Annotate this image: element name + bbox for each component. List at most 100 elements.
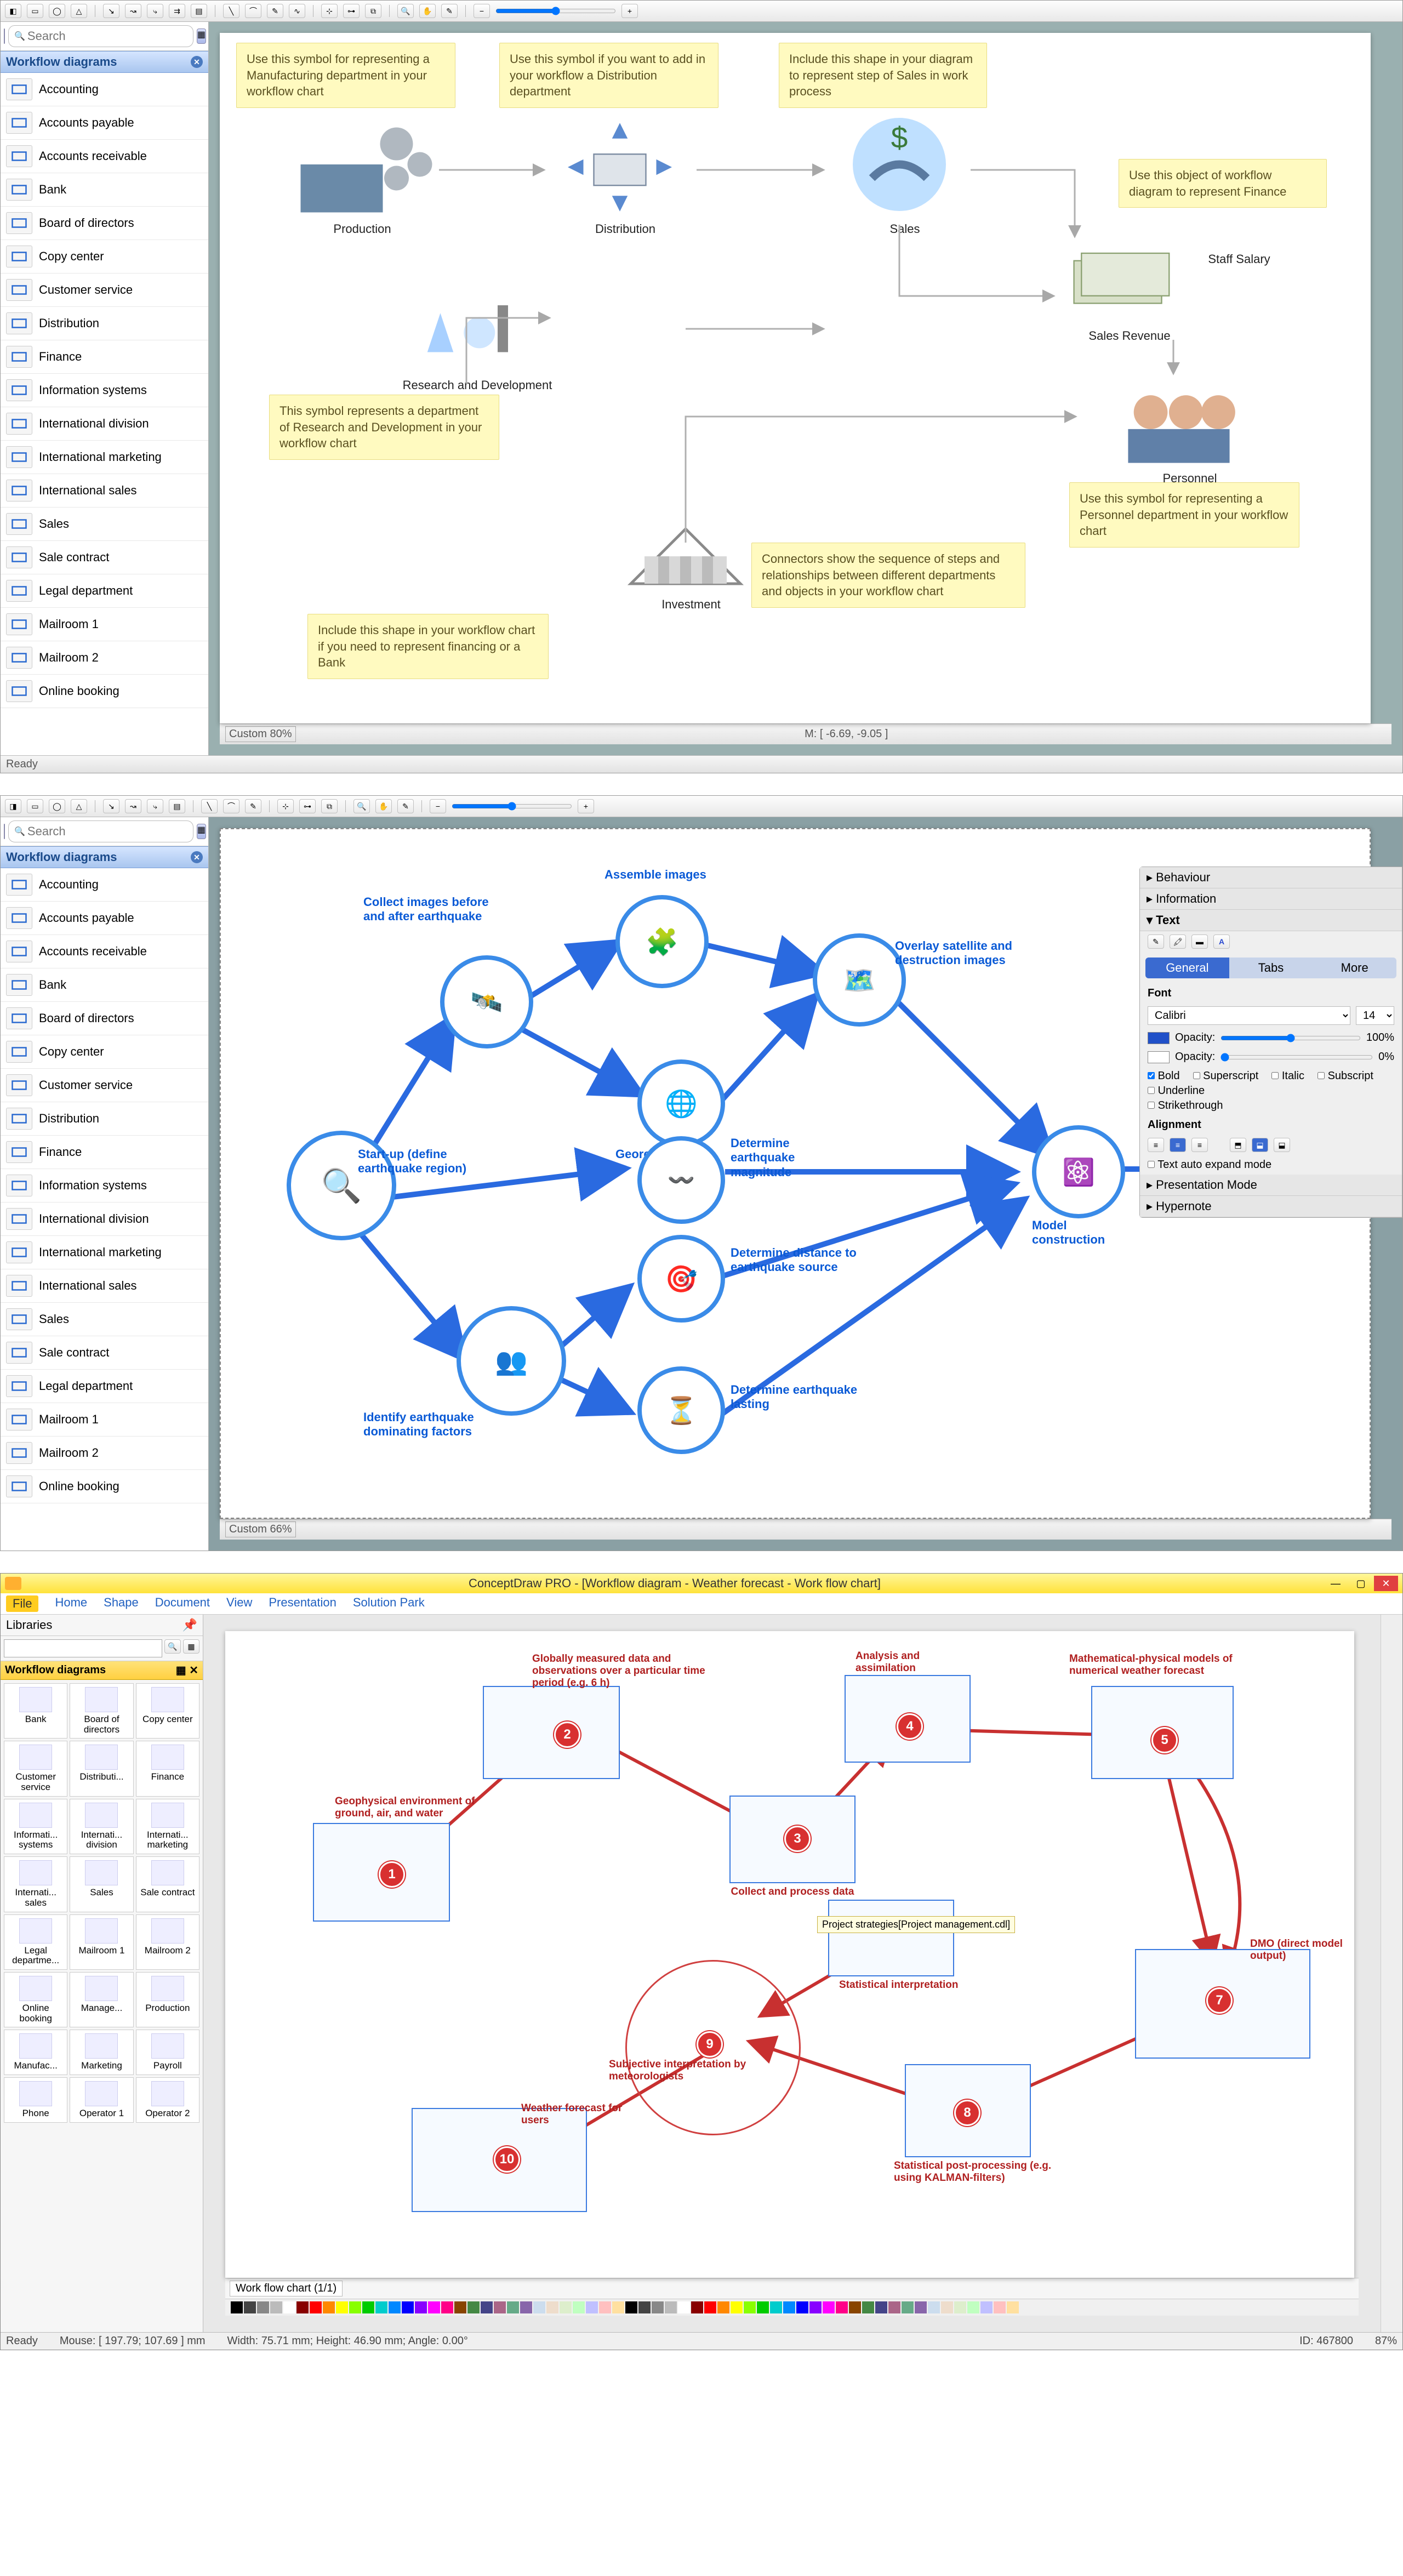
color-swatch[interactable]	[349, 2301, 361, 2313]
library-grid-icon[interactable]: ▦	[176, 1665, 186, 1677]
library-grid-item[interactable]: Internati... sales	[4, 1856, 67, 1912]
zoom-select[interactable]: Custom 80%	[225, 726, 296, 742]
color-swatch[interactable]	[678, 2301, 690, 2313]
library-grid-item[interactable]: Operator 2	[136, 2077, 199, 2123]
library-grid-item[interactable]: Copy center	[136, 1683, 199, 1739]
color-swatch[interactable]	[652, 2301, 664, 2313]
library-item[interactable]: Mailroom 2	[1, 1437, 208, 1470]
color-swatch[interactable]	[823, 2301, 835, 2313]
investment-shape[interactable]	[614, 488, 757, 597]
tool-connector-right[interactable]: ↘	[103, 4, 119, 18]
tool-bezier[interactable]: ∿	[289, 4, 305, 18]
minimize-button[interactable]: —	[1324, 1576, 1348, 1591]
color-swatch[interactable]	[941, 2301, 953, 2313]
color-swatch[interactable]	[638, 2301, 651, 2313]
lasting-node[interactable]: ⏳	[637, 1366, 725, 1454]
library-item[interactable]: Finance	[1, 1136, 208, 1169]
highlighter-icon[interactable]: 🖍	[1170, 934, 1186, 949]
library-item[interactable]: Sale contract	[1, 541, 208, 574]
library-item[interactable]: Copy center	[1, 240, 208, 273]
tool-chain[interactable]: ⧉	[365, 4, 381, 18]
color-swatch[interactable]	[573, 2301, 585, 2313]
bg-opacity-slider[interactable]	[1221, 1053, 1373, 1062]
color-swatch[interactable]	[389, 2301, 401, 2313]
tool-hand[interactable]: ✋	[419, 4, 436, 18]
overlay-node[interactable]: 🗺️	[813, 933, 906, 1027]
library-item[interactable]: International division	[1, 407, 208, 441]
tool-page[interactable]: ▤	[169, 799, 185, 813]
canvas-area[interactable]: Use this symbol for representing a Manuf…	[209, 22, 1402, 755]
diagram-canvas-3[interactable]: 1 Geophysical environment of ground, air…	[225, 1631, 1354, 2278]
zoom-slider[interactable]	[495, 7, 616, 15]
color-swatch[interactable]	[691, 2301, 703, 2313]
library-grid-item[interactable]: Informati... systems	[4, 1799, 67, 1854]
menu-document[interactable]: Document	[155, 1595, 210, 1612]
tool-connector-curve[interactable]: ↝	[125, 4, 141, 18]
font-size-select[interactable]: 14	[1356, 1006, 1394, 1025]
geo-node[interactable]: 🌐	[637, 1059, 725, 1147]
color-swatch[interactable]	[783, 2301, 795, 2313]
right-dock[interactable]	[1381, 1615, 1402, 2332]
library-grid-item[interactable]: Sale contract	[136, 1856, 199, 1912]
color-swatch[interactable]	[231, 2301, 243, 2313]
color-swatch[interactable]	[665, 2301, 677, 2313]
color-swatch[interactable]	[586, 2301, 598, 2313]
library-item[interactable]: Mailroom 2	[1, 641, 208, 675]
strike-checkbox[interactable]: Strikethrough	[1148, 1099, 1394, 1112]
tool-oval[interactable]: ◯	[49, 4, 65, 18]
align-center-icon[interactable]: ≡	[1170, 1138, 1186, 1152]
production-shape[interactable]	[291, 110, 434, 219]
menu-home[interactable]: Home	[55, 1595, 87, 1612]
panel-section-behaviour[interactable]: ▸ Behaviour	[1140, 867, 1402, 888]
color-swatch[interactable]	[928, 2301, 940, 2313]
canvas-area[interactable]: 🔍 Start-up (define earthquake region) 🛰️…	[209, 817, 1402, 1551]
library-item[interactable]: Accounts payable	[1, 902, 208, 935]
library-grid-item[interactable]: Bank	[4, 1683, 67, 1739]
text-color-swatch[interactable]	[1148, 1032, 1170, 1044]
tool-arc[interactable]: ⌒	[223, 799, 239, 813]
library-header[interactable]: Workflow diagrams ✕	[1, 846, 208, 868]
sidebar-toggle-button[interactable]	[4, 29, 5, 44]
color-swatch[interactable]	[915, 2301, 927, 2313]
library-item[interactable]: Mailroom 1	[1, 1403, 208, 1437]
library-item[interactable]: International marketing	[1, 1236, 208, 1269]
color-swatch[interactable]	[283, 2301, 295, 2313]
library-grid-item[interactable]: Distributi...	[70, 1741, 133, 1796]
valign-middle-icon[interactable]: ⬓	[1252, 1138, 1268, 1152]
font-color-icon[interactable]: A	[1213, 934, 1230, 949]
menu-shape[interactable]: Shape	[104, 1595, 139, 1612]
library-header[interactable]: Workflow diagrams ▦ ✕	[1, 1661, 203, 1680]
library-close-icon[interactable]: ✕	[189, 1665, 198, 1677]
tool-connector[interactable]: ↘	[103, 799, 119, 813]
valign-bottom-icon[interactable]: ⬓	[1274, 1138, 1290, 1152]
color-swatch[interactable]	[520, 2301, 532, 2313]
font-select[interactable]: Calibri	[1148, 1006, 1350, 1025]
color-swatch[interactable]	[994, 2301, 1006, 2313]
library-grid-item[interactable]: Sales	[70, 1856, 133, 1912]
node-stat-frame[interactable]	[828, 1900, 954, 1976]
color-swatch[interactable]	[1007, 2301, 1019, 2313]
library-item[interactable]: Legal department	[1, 1370, 208, 1403]
zoom-out-icon[interactable]: −	[474, 4, 490, 18]
color-swatch[interactable]	[362, 2301, 374, 2313]
library-search[interactable]: 🔍	[8, 820, 193, 842]
library-grid-item[interactable]: Board of directors	[70, 1683, 133, 1739]
assemble-node[interactable]: 🧩	[615, 895, 709, 988]
color-swatch[interactable]	[270, 2301, 282, 2313]
library-item[interactable]: Legal department	[1, 574, 208, 608]
library-search-input[interactable]	[25, 822, 187, 841]
tool-connector-curve[interactable]: ↝	[125, 799, 141, 813]
color-swatch[interactable]	[731, 2301, 743, 2313]
library-grid-item[interactable]: Manufac...	[4, 2030, 67, 2075]
library-item[interactable]: Accounts payable	[1, 106, 208, 140]
library-add-button[interactable]: ▦	[183, 1639, 199, 1654]
library-item[interactable]: Bank	[1, 968, 208, 1002]
bold-checkbox[interactable]: Bold	[1148, 1070, 1180, 1082]
fill-icon[interactable]: ▬	[1191, 934, 1208, 949]
color-swatch[interactable]	[402, 2301, 414, 2313]
color-swatch[interactable]	[888, 2301, 900, 2313]
tab-general[interactable]: General	[1145, 958, 1229, 978]
diagram-canvas-1[interactable]: Use this symbol for representing a Manuf…	[220, 33, 1371, 723]
color-swatch[interactable]	[494, 2301, 506, 2313]
color-swatch[interactable]	[796, 2301, 808, 2313]
